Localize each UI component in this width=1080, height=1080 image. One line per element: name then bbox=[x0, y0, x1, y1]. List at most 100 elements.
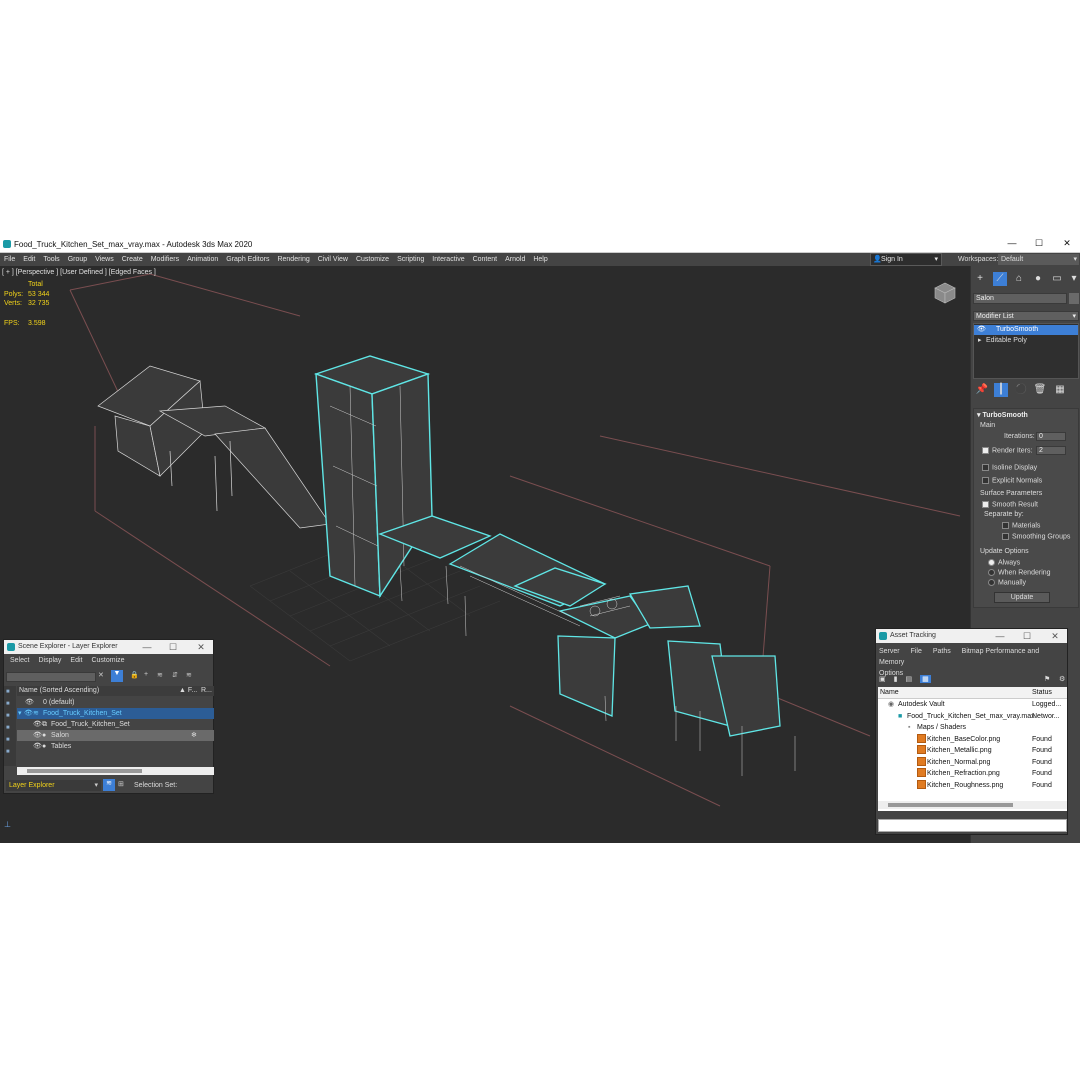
always-radio[interactable]: Always bbox=[988, 559, 1020, 566]
menu-graph-editors[interactable]: Graph Editors bbox=[226, 256, 269, 263]
menu-arnold[interactable]: Arnold bbox=[505, 256, 525, 263]
modifier-list-dropdown[interactable]: Modifier List ▾ bbox=[973, 311, 1079, 321]
create-tab-icon[interactable]: + bbox=[973, 272, 987, 286]
rollout-title[interactable]: ▾ TurboSmooth bbox=[977, 411, 1028, 419]
layer-stack-icon[interactable]: ≋ bbox=[186, 671, 192, 679]
eye-icon[interactable]: 👁 bbox=[977, 325, 986, 335]
menu-interactive[interactable]: Interactive bbox=[432, 256, 464, 263]
workspaces-dropdown[interactable]: Default ▾ bbox=[998, 254, 1079, 265]
help-icon[interactable]: ⚑ bbox=[1044, 675, 1050, 683]
column-frozen[interactable]: ▲ F... bbox=[179, 686, 197, 696]
configure-sets-icon[interactable]: ▦ bbox=[1053, 383, 1067, 397]
render-iters-checkbox[interactable]: Render Iters: bbox=[982, 447, 1032, 454]
expand-arrow-icon[interactable]: ▾ bbox=[18, 708, 22, 719]
close-icon[interactable]: ✕ bbox=[192, 640, 210, 654]
side-tools-icons[interactable]: ■ ■ ■ ■ ■ ■ bbox=[4, 686, 16, 758]
layer-mode-icon[interactable]: ≋ bbox=[103, 779, 115, 791]
settings-icon[interactable]: ⚙ bbox=[1059, 675, 1065, 683]
stack-item-editable-poly[interactable]: ▸ Editable Poly bbox=[974, 336, 1078, 346]
show-end-result-icon[interactable]: ┃ bbox=[994, 383, 1008, 397]
layers-icon[interactable]: ≋ bbox=[157, 671, 163, 679]
menu-file[interactable]: File bbox=[911, 648, 922, 655]
table-view-icon[interactable]: ▤ bbox=[905, 675, 912, 683]
scene-search-input[interactable] bbox=[6, 672, 96, 682]
maximize-icon[interactable]: ☐ bbox=[164, 640, 182, 654]
iterations-spinner[interactable]: 0 bbox=[1036, 432, 1066, 441]
manually-radio[interactable]: Manually bbox=[988, 579, 1026, 586]
materials-checkbox[interactable]: Materials bbox=[1002, 522, 1040, 529]
asset-row[interactable]: ▪ Maps / Shaders bbox=[878, 722, 1067, 733]
smooth-result-checkbox[interactable]: Smooth Result bbox=[982, 501, 1038, 508]
expand-arrow-icon[interactable]: ▸ bbox=[978, 336, 982, 346]
menu-customize[interactable]: Customize bbox=[356, 256, 389, 263]
menu-file[interactable]: File bbox=[4, 256, 15, 263]
list-view-icon[interactable]: ▮ bbox=[894, 675, 898, 683]
menu-scripting[interactable]: Scripting bbox=[397, 256, 424, 263]
viewport-label[interactable]: [ + ] [Perspective ] [User Defined ] [Ed… bbox=[2, 269, 156, 276]
menu-server[interactable]: Server bbox=[879, 648, 900, 655]
asset-row[interactable]: ■ Food_Truck_Kitchen_Set_max_vray.max Ne… bbox=[878, 711, 1067, 722]
eye-icon[interactable]: 👁 bbox=[33, 719, 42, 730]
menu-edit[interactable]: Edit bbox=[23, 256, 35, 263]
scrollbar-thumb[interactable] bbox=[888, 803, 1013, 807]
asset-row[interactable]: Kitchen_Refraction.png Found bbox=[878, 768, 1067, 779]
remove-modifier-icon[interactable]: 🗑 bbox=[1033, 383, 1047, 397]
horizontal-scrollbar[interactable] bbox=[878, 801, 1067, 809]
asset-row[interactable]: Kitchen_Roughness.png Found bbox=[878, 780, 1067, 791]
stack-item-turbosmooth[interactable]: 👁 TurboSmooth bbox=[974, 325, 1078, 335]
minimize-button[interactable]: — bbox=[1002, 238, 1022, 251]
menu-tools[interactable]: Tools bbox=[43, 256, 59, 263]
minimize-icon[interactable]: — bbox=[991, 629, 1009, 643]
maximize-icon[interactable]: ☐ bbox=[1018, 629, 1036, 643]
object-name-field[interactable]: Salon bbox=[973, 293, 1067, 304]
clear-search-icon[interactable]: ✕ bbox=[98, 671, 104, 679]
column-status[interactable]: Status bbox=[1032, 687, 1052, 698]
menu-animation[interactable]: Animation bbox=[187, 256, 218, 263]
menu-modifiers[interactable]: Modifiers bbox=[151, 256, 179, 263]
menu-civil-view[interactable]: Civil View bbox=[318, 256, 348, 263]
eye-icon[interactable]: 👁 bbox=[33, 741, 42, 752]
motion-tab-icon[interactable]: ● bbox=[1031, 272, 1045, 286]
menu-select[interactable]: Select bbox=[10, 657, 29, 664]
asset-path-field[interactable] bbox=[878, 819, 1067, 832]
explorer-type-dropdown[interactable]: Layer Explorer ▾ bbox=[6, 780, 101, 791]
menu-customize[interactable]: Customize bbox=[91, 657, 124, 664]
render-iters-spinner[interactable]: 2 bbox=[1036, 446, 1066, 455]
pin-stack-icon[interactable]: 📌 bbox=[975, 383, 989, 397]
maximize-button[interactable]: ☐ bbox=[1029, 238, 1049, 251]
eye-icon[interactable]: 👁 bbox=[25, 697, 34, 708]
scene-explorer-titlebar[interactable]: Scene Explorer - Layer Explorer — ☐ ✕ bbox=[4, 640, 213, 654]
object-color-swatch[interactable] bbox=[1069, 293, 1079, 304]
hierarchy-mode-icon[interactable]: ⊞ bbox=[118, 780, 124, 788]
when-rendering-radio[interactable]: When Rendering bbox=[988, 569, 1051, 576]
filter-icon[interactable]: ▼ bbox=[111, 670, 123, 682]
asset-tracking-titlebar[interactable]: Asset Tracking — ☐ ✕ bbox=[876, 629, 1067, 643]
column-render[interactable]: R... bbox=[201, 686, 212, 696]
column-name[interactable]: Name (Sorted Ascending) bbox=[19, 686, 99, 696]
eye-icon[interactable]: 👁 bbox=[24, 708, 33, 719]
menu-paths[interactable]: Paths bbox=[933, 648, 951, 655]
object-row[interactable]: 👁 ● Tables bbox=[17, 741, 214, 752]
menu-create[interactable]: Create bbox=[122, 256, 143, 263]
menu-group[interactable]: Group bbox=[68, 256, 87, 263]
eye-icon[interactable]: 👁 bbox=[33, 730, 42, 741]
update-button[interactable]: Update bbox=[994, 592, 1050, 603]
close-button[interactable]: ✕ bbox=[1057, 238, 1077, 251]
close-icon[interactable]: ✕ bbox=[1046, 629, 1064, 643]
menu-bitmap-performance[interactable]: Bitmap Performance and Memory bbox=[879, 648, 1039, 666]
asset-row[interactable]: ◉ Autodesk Vault Logged... bbox=[878, 699, 1067, 710]
asset-row[interactable]: Kitchen_BaseColor.png Found bbox=[878, 734, 1067, 745]
sign-in-dropdown[interactable]: 👤 Sign In ▾ bbox=[870, 253, 942, 266]
hierarchy-tab-icon[interactable]: ⌂ bbox=[1012, 272, 1026, 286]
menu-views[interactable]: Views bbox=[95, 256, 114, 263]
add-to-layer-icon[interactable]: ⇵ bbox=[172, 671, 178, 679]
lock-icon[interactable]: 🔒 bbox=[130, 671, 139, 679]
explicit-normals-checkbox[interactable]: Explicit Normals bbox=[982, 477, 1042, 484]
asset-row[interactable]: Kitchen_Normal.png Found bbox=[878, 757, 1067, 768]
freeze-icon[interactable]: ❄ bbox=[191, 730, 197, 741]
tree-view-icon[interactable]: ▦ bbox=[920, 675, 931, 683]
horizontal-scrollbar[interactable] bbox=[17, 767, 214, 775]
menu-rendering[interactable]: Rendering bbox=[277, 256, 309, 263]
new-layer-icon[interactable]: + bbox=[144, 671, 148, 678]
smoothing-groups-checkbox[interactable]: Smoothing Groups bbox=[1002, 533, 1070, 540]
